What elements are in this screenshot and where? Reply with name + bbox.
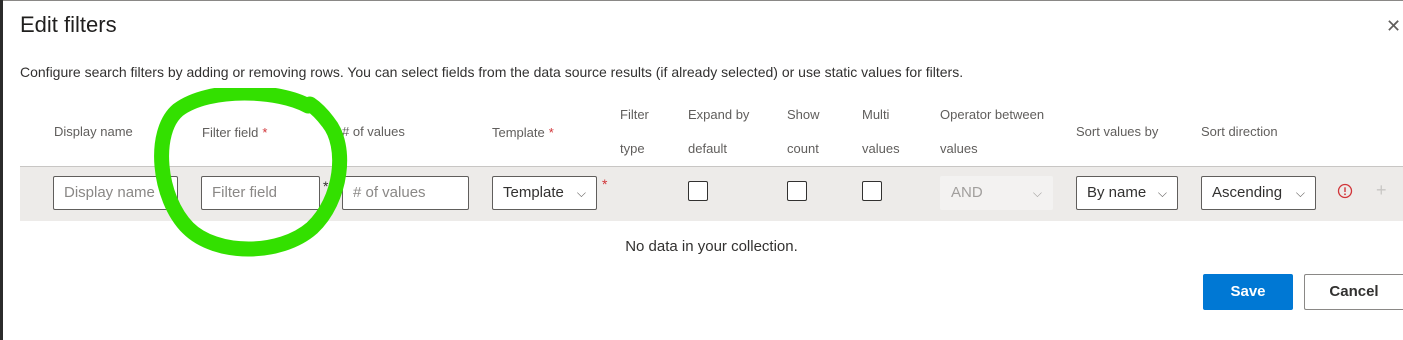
filter-field-input[interactable]: Filter field — [201, 176, 320, 210]
col-header-filter-field: Filter field * — [202, 125, 268, 140]
col-header-expand: Expand by — [688, 107, 750, 122]
dialog-description: Configure search filters by adding or re… — [20, 64, 964, 80]
display-name-input[interactable]: Display name — [53, 176, 178, 210]
chevron-down-icon: ⌵ — [1157, 186, 1167, 200]
col-header-sort-by: Sort values by — [1076, 124, 1159, 139]
col-header-filter-type: Filter — [620, 107, 649, 122]
sort-by-dropdown[interactable]: By name ⌵ — [1076, 176, 1178, 210]
cancel-button[interactable]: Cancel — [1304, 274, 1403, 310]
multi-values-checkbox[interactable] — [862, 181, 882, 201]
col-header-filter-type-line2: type — [620, 141, 645, 156]
empty-message: No data in your collection. — [625, 238, 798, 255]
col-header-operator: Operator between — [940, 107, 1045, 122]
template-required-marker: * — [602, 176, 608, 192]
required-marker: * — [548, 125, 554, 140]
col-header-multi-line2: values — [862, 141, 900, 156]
col-header-operator-line2: values — [940, 141, 978, 156]
col-header-multi: Multi — [862, 107, 890, 122]
save-button[interactable]: Save — [1203, 274, 1293, 310]
col-header-num-values: # of values — [342, 124, 405, 139]
filter-field-required-marker: * — [323, 178, 329, 194]
chevron-down-icon: ⌵ — [576, 186, 586, 200]
col-header-template: Template * — [492, 125, 554, 140]
expand-by-default-checkbox[interactable] — [688, 181, 708, 201]
col-header-expand-line2: default — [688, 141, 728, 156]
chevron-down-icon: ⌵ — [1032, 186, 1042, 200]
show-count-checkbox[interactable] — [787, 181, 807, 201]
col-header-show-count: Show — [787, 107, 820, 122]
required-marker: * — [262, 125, 268, 140]
chevron-down-icon: ⌵ — [1295, 186, 1305, 200]
close-icon[interactable]: ✕ — [1386, 16, 1403, 36]
sort-by-dropdown-value: By name — [1087, 184, 1147, 201]
dialog-title: Edit filters — [20, 12, 117, 37]
sort-direction-dropdown[interactable]: Ascending ⌵ — [1201, 176, 1316, 210]
num-values-input[interactable]: # of values — [342, 176, 469, 210]
operator-dropdown: AND ⌵ — [940, 176, 1053, 210]
col-header-display-name: Display name — [54, 124, 133, 139]
error-icon — [1337, 183, 1353, 199]
template-dropdown-value: Template — [503, 184, 564, 201]
add-row-icon[interactable]: + — [1376, 180, 1387, 201]
col-header-show-count-line2: count — [787, 141, 819, 156]
window-left-border — [0, 0, 3, 340]
operator-dropdown-value: AND — [951, 184, 983, 201]
template-dropdown[interactable]: Template ⌵ — [492, 176, 597, 210]
sort-direction-dropdown-value: Ascending — [1212, 184, 1283, 201]
col-header-sort-direction: Sort direction — [1201, 124, 1278, 139]
window-top-border — [0, 0, 1403, 1]
